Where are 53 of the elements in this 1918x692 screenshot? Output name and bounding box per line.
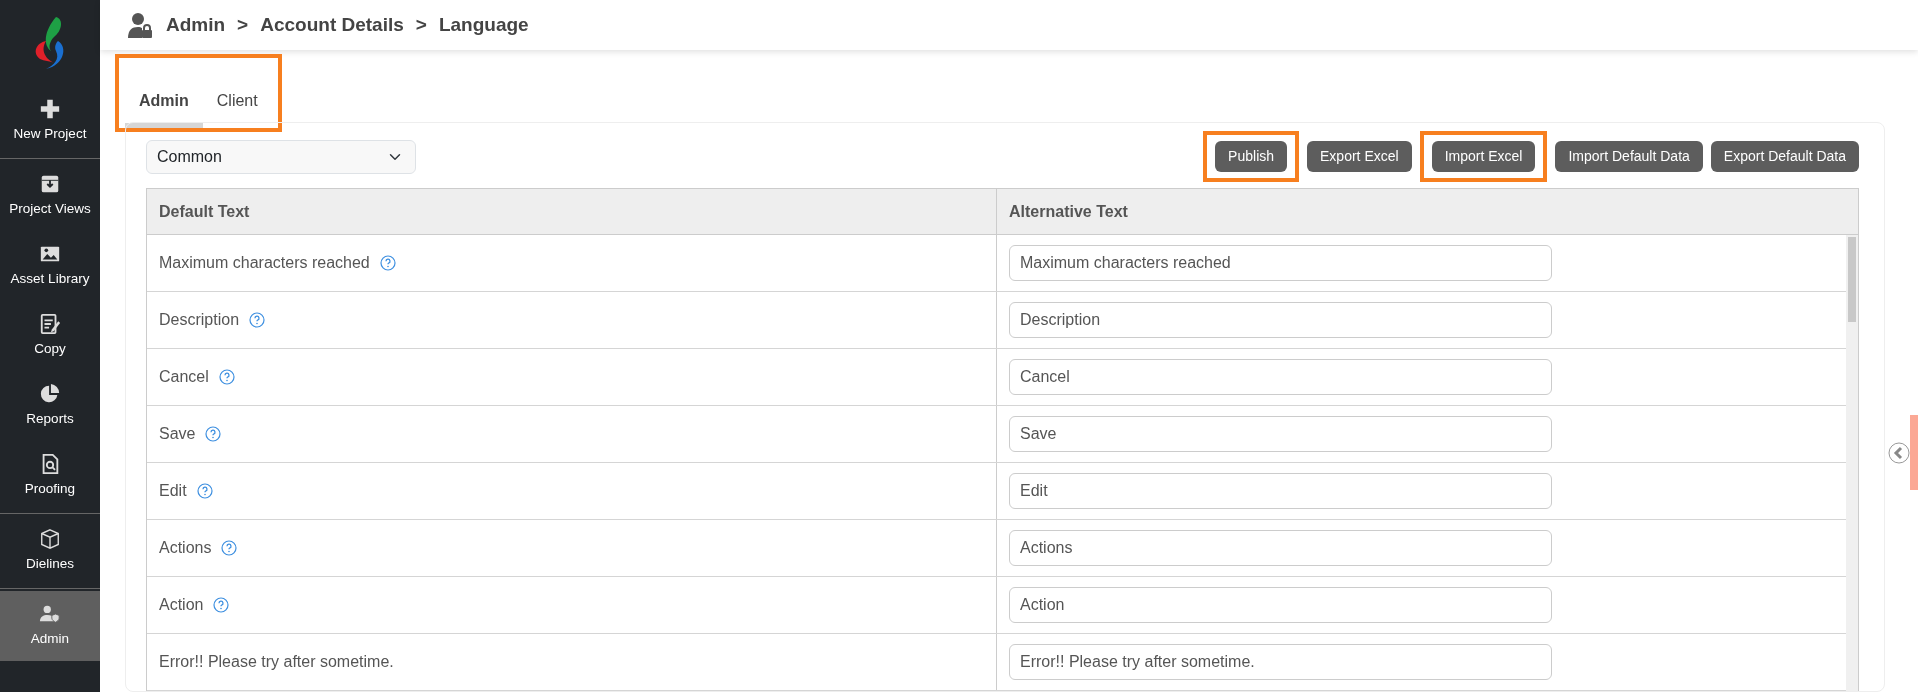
help-icon[interactable] [249, 312, 266, 328]
text-field[interactable]: Error!! Please try after sometime. [1009, 644, 1552, 680]
table-cell-text: Save [159, 424, 196, 444]
toolbar-button[interactable]: Export Excel [1307, 141, 1412, 172]
sidebar-item[interactable]: New Project [0, 86, 100, 156]
sidebar-item[interactable]: Proofing [0, 441, 100, 511]
toolbar-button[interactable]: Publish [1215, 141, 1288, 172]
sidebar-item[interactable]: Reports [0, 371, 100, 441]
table-cell-text: Actions [159, 538, 212, 558]
text-field[interactable]: Maximum characters reached [1009, 245, 1552, 281]
text-field[interactable]: Cancel [1009, 359, 1552, 395]
text-field[interactable]: Actions [1009, 530, 1552, 566]
toolbar-button[interactable]: Export Default Data [1710, 141, 1859, 172]
breadcrumb-item[interactable]: Admin [166, 10, 226, 40]
plus-icon [39, 97, 61, 120]
table-cell-text: Error!! Please try after sometime. [159, 652, 394, 672]
help-icon[interactable] [196, 483, 213, 499]
column-header: Default Text [159, 201, 250, 222]
section-dropdown[interactable]: Common [146, 139, 416, 174]
help-icon[interactable] [221, 540, 238, 556]
pie-chart-icon [39, 382, 61, 405]
box-icon [39, 527, 61, 550]
text-field[interactable]: Save [1009, 416, 1552, 452]
sidebar-item[interactable]: Project Views [0, 161, 100, 231]
breadcrumb-separator: > [415, 12, 427, 37]
table-cell-text: Edit [159, 481, 187, 501]
table-cell-text: Maximum characters reached [159, 253, 370, 273]
tab[interactable]: Client [202, 79, 272, 128]
toolbar-button[interactable]: Import Excel [1431, 141, 1536, 172]
breadcrumb-item[interactable]: Language [438, 10, 529, 40]
collapse-chevron-icon[interactable] [1888, 441, 1910, 464]
sidebar-item[interactable]: Copy [0, 301, 100, 371]
scrollbar[interactable] [1846, 235, 1858, 691]
tab[interactable]: Admin [125, 79, 203, 128]
help-icon[interactable] [218, 369, 235, 385]
user-lock-icon [128, 12, 152, 38]
text-field[interactable]: Action [1009, 587, 1552, 623]
document-edit-icon [39, 312, 61, 335]
help-icon[interactable] [213, 597, 230, 613]
breadcrumb-separator: > [237, 12, 249, 37]
sidebar-item[interactable]: Admin [0, 591, 100, 661]
sidebar-item[interactable]: Asset Library [0, 231, 100, 301]
breadcrumb-item[interactable]: Account Details [260, 10, 404, 40]
column-header: Alternative Text [1009, 201, 1128, 222]
help-icon[interactable] [379, 255, 396, 271]
text-field[interactable]: Edit [1009, 473, 1552, 509]
table-cell-text: Action [159, 595, 204, 615]
table-cell-text: Description [159, 310, 240, 330]
help-icon[interactable] [205, 426, 222, 442]
toolbar-button[interactable]: Import Default Data [1555, 141, 1703, 172]
text-field[interactable]: Description [1009, 302, 1552, 338]
sidebar-item[interactable]: Dielines [0, 516, 100, 586]
table-cell-text: Cancel [159, 367, 209, 387]
